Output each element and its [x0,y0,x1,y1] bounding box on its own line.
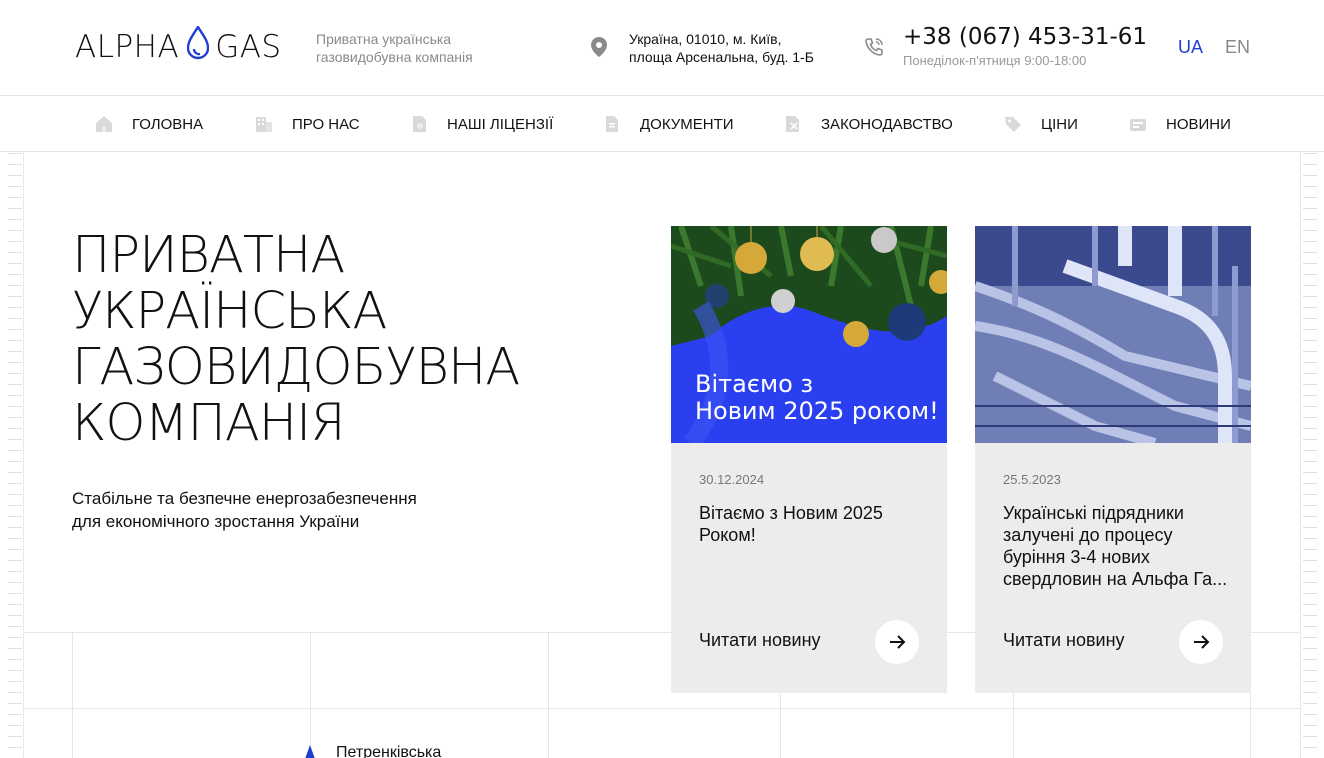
phone-number-link[interactable]: +38 (067) 453-31-61 [903,24,1147,50]
hero-subtitle: Стабільне та безпечне енергозабезпечення… [72,487,492,533]
nav-item-label: ЗАКОНОДАВСТВО [821,115,953,133]
news-date: 25.5.2023 [1003,472,1061,487]
grid-line [72,632,73,758]
law-icon [783,114,803,134]
read-news-link[interactable]: Читати новину [1003,630,1125,651]
arrow-right-icon [1194,635,1210,649]
logo-text-alpha: ALPHA [75,29,180,65]
read-news-link[interactable]: Читати новину [699,630,821,651]
hero-title: ПРИВАТНА УКРАЇНСЬКА ГАЗОВИДОБУВНА КОМПАН… [72,226,520,453]
hero-subtitle-line: Стабільне та безпечне енергозабезпечення [72,489,417,508]
nav-item-label: НАШІ ЛІЦЕНЗІЇ [447,115,554,133]
news-icon [1128,114,1148,134]
image-caption-line: Вітаємо з [695,370,814,398]
news-card[interactable]: 25.5.2023 Українські підрядники залучені… [975,226,1251,693]
logo-text-gas: GAS [215,29,282,65]
license-icon [409,114,429,134]
map-marker-icon [304,745,316,758]
company-address: Україна, 01010, м. Київ, площа Арсенальн… [629,30,814,66]
image-caption-line: Новим 2025 роком! [695,397,939,425]
grid-line [780,693,781,758]
hero-title-line: УКРАЇНСЬКА [72,282,387,341]
working-hours: Понеділок-п'ятниця 9:00-18:00 [903,53,1087,68]
grid-line [548,632,549,758]
nav-item-label: ГОЛОВНА [132,115,204,133]
company-tagline: Приватна українська газовидобувна компан… [316,30,516,66]
document-icon [602,114,622,134]
news-card[interactable]: Вітаємо з Новим 2025 роком! 30.12.2024 В… [671,226,947,693]
hero-subtitle-line: для економічного зростання України [72,512,360,531]
site-header: ALPHA GAS Приватна українська газовидобу… [0,0,1324,96]
news-date: 30.12.2024 [699,472,765,487]
nav-item-legislation[interactable]: ЗАКОНОДАВСТВО [783,96,953,152]
grid-line [1013,693,1014,758]
news-image-new-year: Вітаємо з Новим 2025 роком! [671,226,947,443]
home-icon [94,114,114,134]
address-line: Україна, 01010, м. Київ, [629,31,782,47]
grid-line [310,632,311,758]
grid-line [24,708,1300,709]
arrow-right-button[interactable] [875,620,919,664]
nav-item-prices[interactable]: ЦІНИ [1003,96,1078,152]
nav-item-documents[interactable]: ДОКУМЕНТИ [602,96,734,152]
hero-title-line: ПРИВАТНА [72,226,345,285]
building-icon [254,114,274,134]
nav-item-label: ДОКУМЕНТИ [640,115,734,133]
news-title[interactable]: Вітаємо з Новим 2025 Роком! [699,502,929,546]
nav-item-label: ЦІНИ [1041,115,1078,133]
nav-item-label: ПРО НАС [292,115,360,133]
news-title[interactable]: Українські підрядники залучені до процес… [1003,502,1233,590]
nav-item-label: НОВИНИ [1166,115,1231,133]
language-ua-link[interactable]: UA [1178,37,1203,58]
main-navigation: ГОЛОВНА ПРО НАС НАШІ ЛІЦЕНЗІЇ ДОКУМЕНТИ … [0,96,1324,152]
price-tag-icon [1003,114,1023,134]
nav-item-news[interactable]: НОВИНИ [1128,96,1231,152]
tagline-line: Приватна українська [316,31,452,47]
news-image-pipelines [975,226,1251,443]
arrow-right-button[interactable] [1179,620,1223,664]
gas-drop-icon [187,24,210,68]
location-pin-icon [590,36,608,63]
language-en-link[interactable]: EN [1225,37,1250,58]
logo[interactable]: ALPHA GAS [75,24,282,68]
hero-title-line: ГАЗОВИДОБУВНА [72,338,520,397]
arrow-right-icon [890,635,906,649]
nav-item-licenses[interactable]: НАШІ ЛІЦЕНЗІЇ [409,96,553,152]
map-location-label[interactable]: Петренківська [336,744,441,758]
hero-title-line: КОМПАНІЯ [72,394,346,453]
nav-item-about[interactable]: ПРО НАС [254,96,360,152]
phone-icon [864,37,884,62]
address-line: площа Арсенальна, буд. 1-Б [629,49,814,65]
tagline-line: газовидобувна компанія [316,49,473,65]
nav-item-home[interactable]: ГОЛОВНА [94,96,203,152]
